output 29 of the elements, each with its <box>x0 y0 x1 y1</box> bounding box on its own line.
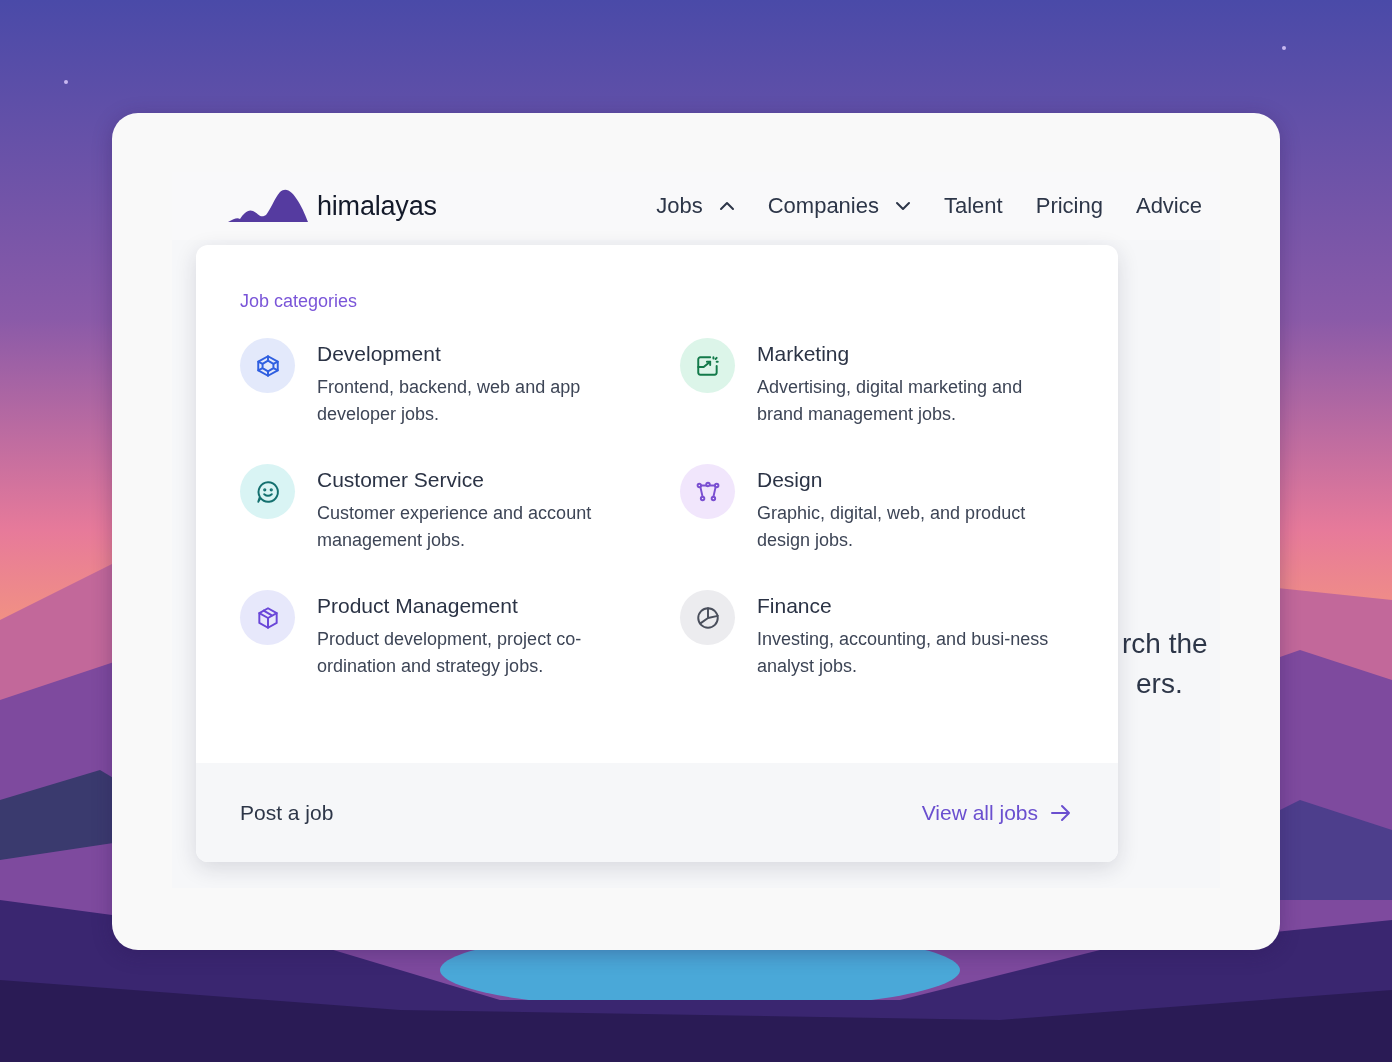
caret-icon <box>895 201 911 211</box>
hero-text: ers. <box>1136 668 1183 700</box>
arrow-right-icon <box>1050 803 1072 822</box>
section-heading: Job categories <box>240 291 359 312</box>
view-all-link[interactable]: View all jobs <box>921 800 1072 825</box>
hero-text: rch the <box>1122 628 1208 660</box>
nav-menu-item[interactable]: Jobs <box>656 193 735 219</box>
nav-link[interactable]: Pricing <box>1035 193 1103 219</box>
category-description: Investing, accounting, and busi-ness analyst jobs. <box>757 628 1050 678</box>
category-title[interactable]: Product Management <box>317 594 629 618</box>
smile-chat-icon <box>240 464 295 519</box>
nav-link[interactable]: Talent <box>944 193 1003 219</box>
post-job-link[interactable]: Post a job <box>240 800 334 825</box>
mountain-logo-icon[interactable] <box>228 189 308 223</box>
chart-board-icon <box>680 338 735 393</box>
category-title[interactable]: Marketing <box>757 342 1069 366</box>
nav-link[interactable]: Advice <box>1135 193 1202 219</box>
category-description: Frontend, backend, web and app developer jobs. <box>317 376 582 426</box>
caret-icon <box>718 201 735 211</box>
category-title[interactable]: Customer Service <box>317 468 629 492</box>
category-title[interactable]: Design <box>757 468 1069 492</box>
category-description: Advertising, digital marketing and brand management jobs. <box>757 376 1024 426</box>
category-title[interactable]: Finance <box>757 594 1069 618</box>
category-title[interactable]: Development <box>317 342 629 366</box>
category-description: Product development, project co-ordination and strategy jobs. <box>317 628 583 678</box>
category-description: Graphic, digital, web, and product design jobs. <box>757 502 1027 552</box>
category-description: Customer experience and account management jobs. <box>317 502 593 552</box>
brand-name[interactable]: himalayas <box>317 190 437 222</box>
nav-menu-item[interactable]: Companies <box>767 193 911 219</box>
